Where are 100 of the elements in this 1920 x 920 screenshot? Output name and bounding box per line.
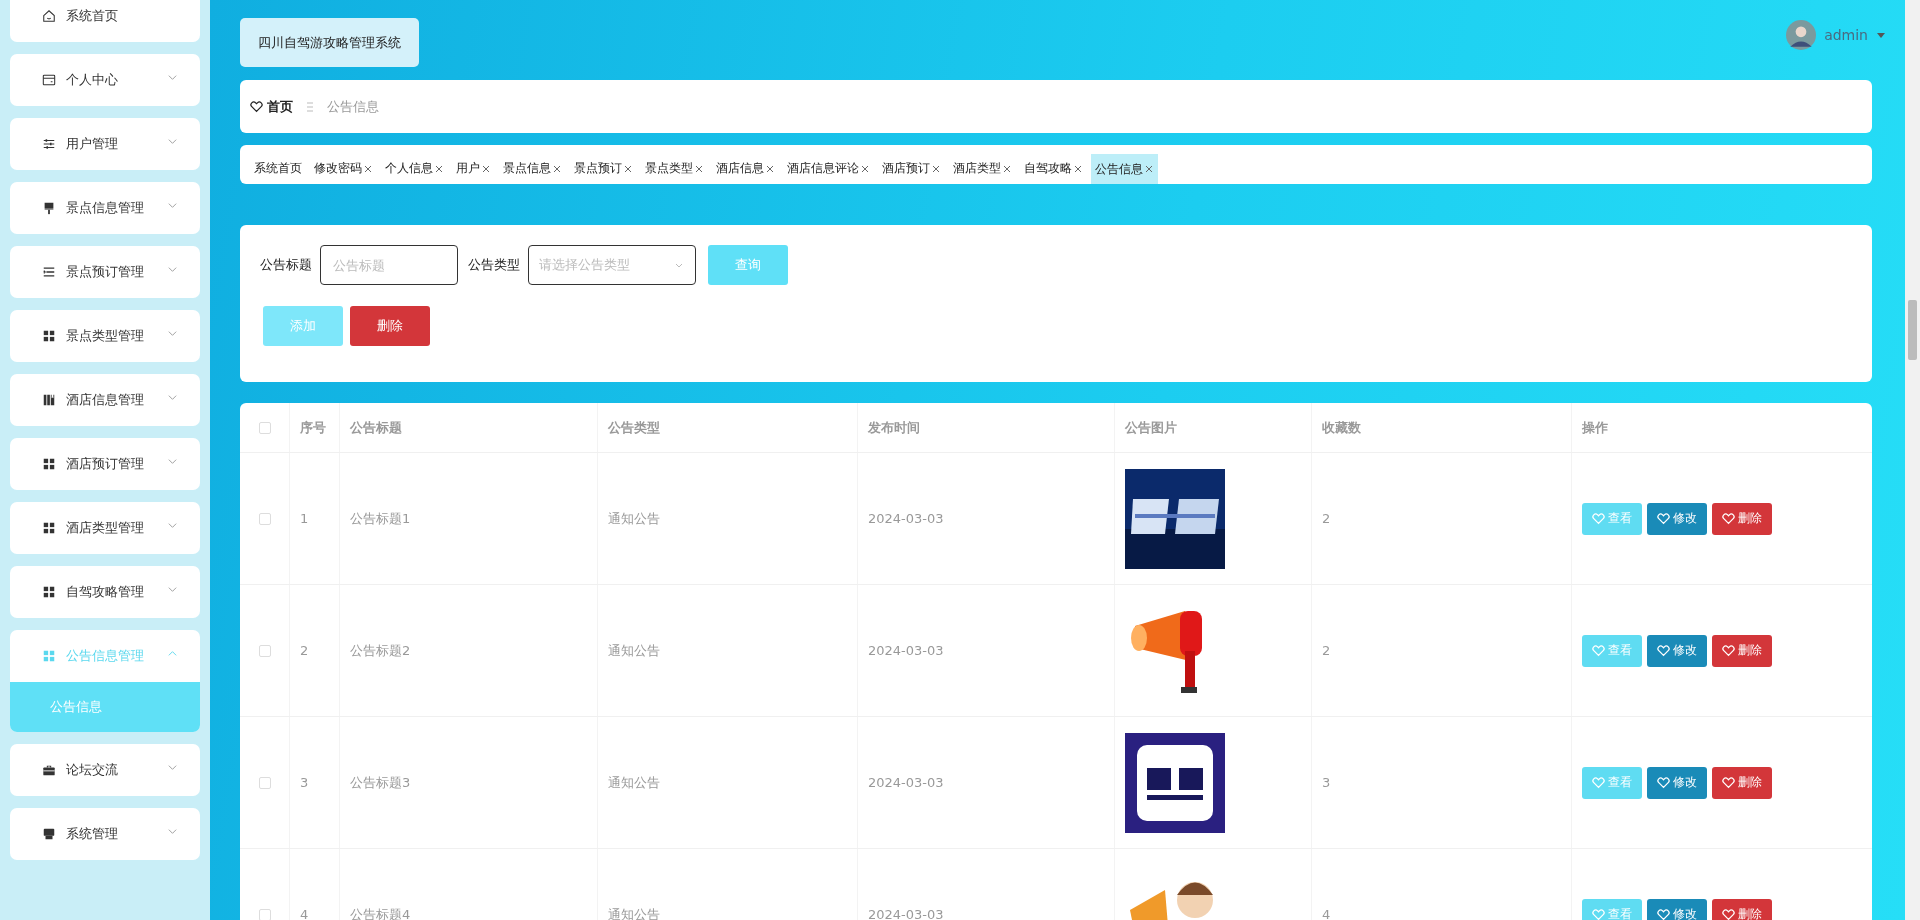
checkbox[interactable]	[258, 908, 271, 920]
tab[interactable]: 酒店预订	[878, 154, 945, 183]
table-cell: 2024-03-03	[858, 453, 1115, 584]
heart-icon	[1657, 776, 1670, 789]
scrollbar-thumb[interactable]	[1908, 300, 1917, 360]
close-icon[interactable]	[1073, 163, 1083, 174]
heart-icon	[1657, 644, 1670, 657]
sidebar-item[interactable]: 自驾攻略管理	[10, 566, 200, 618]
delete-button[interactable]: 删除	[1712, 766, 1772, 799]
tab[interactable]: 景点预订	[570, 154, 637, 183]
heart-icon	[1722, 776, 1735, 789]
close-icon[interactable]	[860, 163, 870, 174]
sidebar-item[interactable]: 酒店预订管理	[10, 438, 200, 490]
tab[interactable]: 自驾攻略	[1020, 154, 1087, 183]
tab[interactable]: 修改密码	[310, 154, 377, 183]
sidebar-item[interactable]: 系统首页	[10, 0, 200, 42]
table-cell: 通知公告	[598, 717, 858, 848]
sliders-icon	[42, 137, 56, 151]
column-header: 公告类型	[598, 403, 858, 452]
table-cell: 通知公告	[598, 453, 858, 584]
tab[interactable]: 酒店类型	[949, 154, 1016, 183]
column-header: 序号	[290, 403, 340, 452]
sidebar-item[interactable]: 个人中心	[10, 54, 200, 106]
close-icon[interactable]	[552, 163, 562, 174]
breadcrumb-link[interactable]: 首页	[267, 97, 293, 116]
checkbox[interactable]	[258, 512, 271, 525]
grid-icon	[42, 457, 56, 471]
table-cell: 4	[1312, 849, 1572, 920]
heart-icon	[1657, 512, 1670, 525]
checkbox[interactable]	[258, 421, 271, 434]
sidebar-item[interactable]: 用户管理	[10, 118, 200, 170]
heart-icon	[1592, 644, 1605, 657]
column-header: 公告标题	[340, 403, 598, 452]
grid-icon	[42, 585, 56, 599]
checkbox[interactable]	[258, 776, 271, 789]
table-cell: 公告标题1	[340, 453, 598, 584]
close-icon[interactable]	[363, 163, 373, 174]
sidebar-item[interactable]: 论坛交流	[10, 744, 200, 796]
tab[interactable]: 景点信息	[499, 154, 566, 183]
sidebar-item[interactable]: 景点预订管理	[10, 246, 200, 298]
table-cell: 通知公告	[598, 849, 858, 920]
column-header: 操作	[1581, 418, 1609, 437]
field-label: 公告标题	[260, 256, 312, 274]
table-cell: 公告标题2	[340, 585, 598, 716]
tab[interactable]: 个人信息	[381, 154, 448, 183]
edit-button[interactable]: 修改	[1647, 502, 1707, 535]
separator-icon	[305, 100, 315, 113]
close-icon[interactable]	[765, 163, 775, 174]
tab[interactable]: 公告信息	[1091, 154, 1158, 184]
edit-button[interactable]: 修改	[1647, 634, 1707, 667]
close-icon[interactable]	[694, 163, 704, 174]
table-cell: 2	[290, 585, 340, 716]
sidebar-item[interactable]: 景点类型管理	[10, 310, 200, 362]
table-cell: 2	[1312, 585, 1572, 716]
close-icon[interactable]	[931, 163, 941, 174]
sidebar-item[interactable]: 酒店信息管理	[10, 374, 200, 426]
table-cell: 4	[290, 849, 340, 920]
username[interactable]: admin	[1824, 27, 1868, 43]
heart-icon	[1592, 776, 1605, 789]
tab[interactable]: 景点类型	[641, 154, 708, 183]
table-cell: 1	[290, 453, 340, 584]
grid-icon	[42, 649, 56, 663]
table-cell: 2	[1312, 453, 1572, 584]
sidebar-item[interactable]: 景点信息管理	[10, 182, 200, 234]
column-header: 发布时间	[858, 403, 1115, 452]
table-cell: 通知公告	[598, 585, 858, 716]
list-icon	[42, 265, 56, 279]
brush-icon	[42, 201, 56, 215]
delete-button[interactable]: 删除	[1712, 634, 1772, 667]
tab[interactable]: 用户	[452, 154, 495, 183]
edit-button[interactable]: 修改	[1647, 898, 1707, 920]
heart-icon	[1722, 512, 1735, 525]
close-icon[interactable]	[623, 163, 633, 174]
close-icon[interactable]	[1144, 164, 1154, 174]
sidebar-item[interactable]: 系统管理	[10, 808, 200, 860]
table-cell: 3	[290, 717, 340, 848]
heart-icon	[1592, 908, 1605, 920]
close-icon[interactable]	[1002, 163, 1012, 174]
tab[interactable]: 系统首页	[250, 154, 306, 183]
table-cell: 3	[1312, 717, 1572, 848]
close-icon[interactable]	[481, 163, 491, 174]
title-input[interactable]: 公告标题	[320, 245, 458, 285]
app-title: 四川自驾游攻略管理系统	[240, 18, 419, 67]
tab[interactable]: 酒店信息	[712, 154, 779, 183]
delete-button[interactable]: 删除	[350, 306, 430, 346]
delete-button[interactable]: 删除	[1712, 502, 1772, 535]
table-cell: 2024-03-03	[858, 849, 1115, 920]
checkbox[interactable]	[258, 644, 271, 657]
breadcrumb-current: 公告信息	[327, 97, 379, 116]
delete-button[interactable]: 删除	[1712, 898, 1772, 920]
avatar[interactable]	[1786, 20, 1817, 50]
edit-button[interactable]: 修改	[1647, 766, 1707, 799]
close-icon[interactable]	[434, 163, 444, 174]
printer-icon	[42, 827, 56, 841]
caret-icon[interactable]	[1876, 30, 1886, 40]
briefcase-icon	[42, 763, 56, 777]
home-icon	[42, 9, 56, 23]
sidebar-item[interactable]: 酒店类型管理	[10, 502, 200, 554]
column-header: 公告图片	[1115, 403, 1312, 452]
tab[interactable]: 酒店信息评论	[783, 154, 874, 183]
